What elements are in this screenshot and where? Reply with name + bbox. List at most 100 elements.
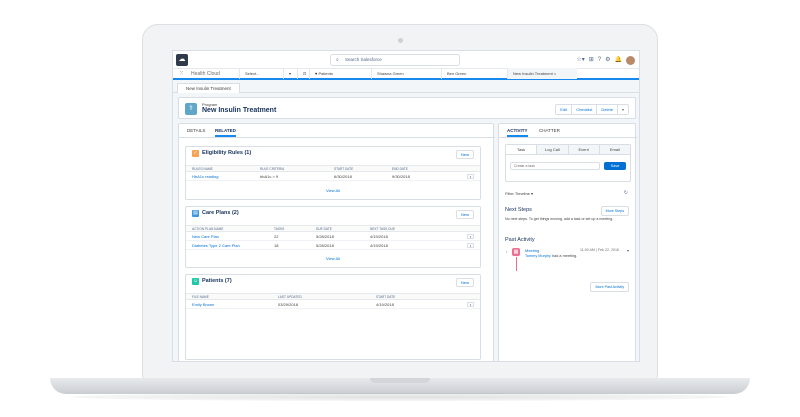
search-placeholder: Search Salesforce xyxy=(345,57,382,62)
record-header: ⚕ Program New Insulin Treatment Edit Che… xyxy=(178,97,636,119)
tab-details[interactable]: DETAILS xyxy=(187,127,205,135)
record-actions: Edit Checklist Delete ▾ xyxy=(555,104,629,115)
app-launcher-icon[interactable]: ⁙ xyxy=(179,70,187,77)
next-task-due: 4/19/2018 xyxy=(370,234,388,239)
more-steps-button[interactable]: More Steps xyxy=(600,206,629,216)
record-tabs: DETAILS RELATED xyxy=(179,124,495,138)
nav-tab-ben-green[interactable]: Ben Green xyxy=(441,68,507,79)
tab-related[interactable]: RELATED xyxy=(215,127,236,137)
star-icon[interactable]: ☆▾ xyxy=(576,55,584,65)
table-row: New Care Plan 22 5/28/2018 4/19/2018 ▾ xyxy=(186,232,480,241)
activity-subject-link[interactable]: Meeting xyxy=(525,248,539,253)
global-search-input[interactable]: ⌕ Search Salesforce xyxy=(330,54,460,66)
refresh-icon[interactable]: ↻ xyxy=(624,190,628,196)
start-date: 4/19/2018 xyxy=(376,302,394,307)
care-plan-link[interactable]: New Care Plan xyxy=(192,234,219,239)
rule-name-link[interactable]: HbA1c reading xyxy=(192,174,218,179)
checklist-button[interactable]: Checklist xyxy=(572,105,598,114)
nav-tab-shawna-green[interactable]: Shawna Green xyxy=(371,68,441,79)
start-date: 6/30/2018 xyxy=(334,174,352,179)
composer-tab-log-call[interactable]: Log Call xyxy=(537,145,569,154)
table-header: RULES NAME RULE CRITERIA START DATE END … xyxy=(186,165,480,172)
activity-owner-link[interactable]: Tommy Murphy xyxy=(525,254,551,258)
add-icon[interactable]: ⊞ xyxy=(589,55,594,65)
nav-tab-select[interactable]: Select... xyxy=(239,68,283,79)
card-title[interactable]: Patients (7) xyxy=(202,278,232,284)
card-header: ▤ Care Plans (2) New xyxy=(186,207,480,221)
nav-tab-new-insulin-treatment[interactable]: New Insulin Treatment × xyxy=(507,68,577,79)
program-icon: ⚕ xyxy=(185,103,197,115)
subtab-new-insulin-treatment[interactable]: New Insulin Treatment xyxy=(177,83,240,93)
view-all-link[interactable]: View All xyxy=(186,187,480,195)
row-menu-button[interactable]: ▾ xyxy=(467,302,474,307)
next-steps-empty-text: No next steps. To get things moving, add… xyxy=(505,217,614,221)
delete-button[interactable]: Delete xyxy=(597,105,618,114)
save-button[interactable]: Save xyxy=(604,162,626,170)
app-screen: ☁ ⌕ Search Salesforce ☆▾ ⊞ ? ⚙ 🔔 ⁙ Healt… xyxy=(172,50,640,362)
bell-icon[interactable]: 🔔 xyxy=(615,55,622,65)
avatar[interactable] xyxy=(626,55,635,65)
next-steps-heading: Next Steps xyxy=(505,207,532,213)
more-actions-button[interactable]: ▾ xyxy=(618,105,628,114)
composer-tab-event[interactable]: Event xyxy=(569,145,600,154)
care-plan-link[interactable]: Diabetes Type 2 Care Plan xyxy=(192,243,240,248)
view-all-link[interactable]: View All xyxy=(186,255,480,263)
patient-icon: ☺ xyxy=(192,278,199,285)
nav-tab-dropdown-icon[interactable]: ▾ xyxy=(283,68,297,79)
care-plans-card: ▤ Care Plans (2) New ACTION PLAN NAME TA… xyxy=(185,206,481,268)
filter-timeline-dropdown[interactable]: Filter Timeline ▾ xyxy=(505,191,533,196)
timeline-connector xyxy=(515,257,517,271)
card-header: ✓ Eligibility Rules (1) New xyxy=(186,147,480,161)
activity-action-text: had a meeting. xyxy=(550,254,578,258)
past-activity-heading: Past Activity xyxy=(505,237,535,243)
card-title[interactable]: Eligibility Rules (1) xyxy=(202,150,251,156)
eligibility-rules-card: ✓ Eligibility Rules (1) New RULES NAME R… xyxy=(185,146,481,200)
rules-icon: ✓ xyxy=(192,150,199,157)
edit-button[interactable]: Edit xyxy=(556,105,573,114)
row-menu-button[interactable]: ▾ xyxy=(467,243,474,248)
last-updated: 03/29/2018 xyxy=(278,302,299,307)
row-menu-button[interactable]: ▾ xyxy=(467,174,474,179)
table-row: HbA1c reading hbA1c > 9 6/30/2018 9/30/2… xyxy=(186,172,480,181)
activity-tabs: ACTIVITY CHATTER xyxy=(499,124,637,138)
patient-link[interactable]: Emily Brown xyxy=(192,302,214,307)
tasks-count: 22 xyxy=(274,234,279,239)
new-patient-button[interactable]: New xyxy=(455,278,474,287)
calendar-icon: ▦ xyxy=(512,248,520,256)
related-panel: DETAILS RELATED ✓ Eligibility Rules (1) … xyxy=(178,123,495,361)
help-icon[interactable]: ? xyxy=(598,55,601,65)
nav-tab-patients[interactable]: ♥ Patients xyxy=(309,68,371,79)
create-task-input[interactable]: Create a task xyxy=(510,162,600,170)
tab-activity[interactable]: ACTIVITY xyxy=(507,127,528,137)
tab-chatter[interactable]: CHATTER xyxy=(539,127,560,135)
next-task-due: 4/19/2018 xyxy=(370,243,388,248)
row-menu-button[interactable]: ▾ xyxy=(467,234,474,239)
laptop-base xyxy=(50,378,750,394)
activity-composer: Task Log Call Event Email Create a task … xyxy=(505,144,631,182)
app-logo-icon[interactable]: ☁ xyxy=(176,54,188,66)
search-icon: ⌕ xyxy=(336,57,339,63)
table-header: FILE NAME LAST UPDATED START DATE xyxy=(186,293,480,300)
new-care-plan-button[interactable]: New xyxy=(455,210,474,219)
activity-menu-icon[interactable]: ▾ xyxy=(627,248,629,253)
card-title[interactable]: Care Plans (2) xyxy=(202,210,239,216)
composer-tab-task[interactable]: Task xyxy=(506,145,538,154)
chevron-right-icon[interactable]: › xyxy=(506,249,507,254)
end-date: 9/30/2018 xyxy=(392,174,410,179)
gear-icon[interactable]: ⚙ xyxy=(605,55,610,65)
card-header: ☺ Patients (7) New xyxy=(186,275,480,289)
header-icons: ☆▾ ⊞ ? ⚙ 🔔 xyxy=(576,55,635,65)
global-header: ☁ ⌕ Search Salesforce ☆▾ ⊞ ? ⚙ 🔔 xyxy=(173,51,639,69)
nav-tab-bookmark-icon[interactable]: ⊡ xyxy=(297,68,309,79)
composer-tab-email[interactable]: Email xyxy=(600,145,630,154)
laptop-mockup: ☁ ⌕ Search Salesforce ☆▾ ⊞ ? ⚙ 🔔 ⁙ Healt… xyxy=(0,0,800,417)
activity-description: Tommy Murphy had a meeting. xyxy=(525,254,577,258)
composer-tabs: Task Log Call Event Email xyxy=(506,145,630,155)
activity-panel: ACTIVITY CHATTER Task Log Call Event Ema… xyxy=(498,123,637,361)
due-date: 5/28/2018 xyxy=(316,243,334,248)
app-name: Health Cloud xyxy=(191,70,220,77)
more-past-activity-button[interactable]: More Past Activity xyxy=(590,282,629,292)
care-plan-icon: ▤ xyxy=(192,210,199,217)
tasks-count: 18 xyxy=(274,243,279,248)
new-eligibility-rule-button[interactable]: New xyxy=(455,150,474,159)
